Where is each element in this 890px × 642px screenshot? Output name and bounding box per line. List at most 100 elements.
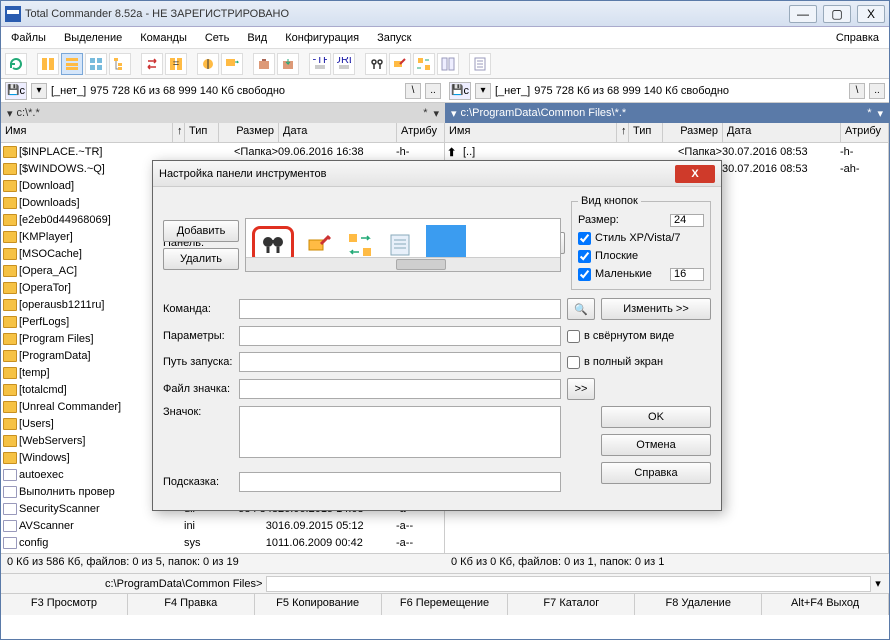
hdr-ext-left[interactable]: Тип bbox=[185, 123, 219, 142]
dialog-titlebar[interactable]: Настройка панели инструментов X bbox=[153, 161, 721, 187]
f3-view[interactable]: F3 Просмотр bbox=[1, 594, 128, 615]
menu-config[interactable]: Конфигурация bbox=[281, 30, 363, 46]
command-input[interactable] bbox=[239, 299, 561, 319]
menu-view[interactable]: Вид bbox=[243, 30, 271, 46]
rename-tool-icon[interactable] bbox=[306, 231, 334, 259]
tb-invert-icon[interactable] bbox=[197, 53, 219, 75]
tb-url-icon[interactable]: URL bbox=[333, 53, 355, 75]
small-size-input[interactable] bbox=[670, 268, 704, 281]
altf4-exit[interactable]: Alt+F4 Выход bbox=[762, 594, 889, 615]
icon-picker[interactable] bbox=[239, 406, 561, 458]
tb-unpack-icon[interactable] bbox=[277, 53, 299, 75]
up-icon: ⬆ bbox=[447, 146, 461, 158]
tb-tree-icon[interactable] bbox=[109, 53, 131, 75]
add-button[interactable]: Добавить bbox=[163, 220, 239, 242]
drive-dropdown-right[interactable]: ▾ bbox=[475, 83, 491, 99]
hdr-name-left[interactable]: Имя bbox=[1, 123, 173, 142]
f4-edit[interactable]: F4 Правка bbox=[128, 594, 255, 615]
f8-delete[interactable]: F8 Удаление bbox=[635, 594, 762, 615]
change-button[interactable]: Изменить >> bbox=[601, 298, 711, 320]
params-input[interactable] bbox=[239, 326, 561, 346]
size-input[interactable] bbox=[670, 214, 704, 227]
f7-mkdir[interactable]: F7 Каталог bbox=[508, 594, 635, 615]
hdr-sort-left[interactable]: ↑ bbox=[173, 123, 185, 142]
ok-button[interactable]: OK bbox=[601, 406, 711, 428]
xp-style-checkbox[interactable] bbox=[578, 232, 591, 245]
tb-ftp-icon[interactable]: FTP bbox=[309, 53, 331, 75]
f5-copy[interactable]: F5 Копирование bbox=[255, 594, 382, 615]
tb-sync-icon[interactable] bbox=[413, 53, 435, 75]
cmd-input[interactable] bbox=[266, 576, 871, 592]
list-item[interactable]: [$INPLACE.~TR]<Папка>09.06.2016 16:38-h- bbox=[1, 143, 444, 160]
drive-button-left[interactable]: 💾c bbox=[5, 82, 27, 100]
up-button-left[interactable]: .. bbox=[425, 83, 441, 99]
icon-strip[interactable] bbox=[245, 218, 561, 272]
up-button-right[interactable]: .. bbox=[869, 83, 885, 99]
hdr-attr-right[interactable]: Атрибу bbox=[841, 123, 889, 142]
icon-strip-scrollbar[interactable] bbox=[246, 257, 560, 271]
hdr-date-left[interactable]: Дата bbox=[279, 123, 397, 142]
maximize-button[interactable]: ▢ bbox=[823, 5, 851, 23]
tooltip-input[interactable] bbox=[239, 472, 561, 492]
binoculars-icon[interactable] bbox=[259, 231, 287, 259]
menu-help[interactable]: Справка bbox=[832, 30, 883, 46]
small-checkbox[interactable] bbox=[578, 268, 591, 281]
f6-move[interactable]: F6 Перемещение bbox=[382, 594, 509, 615]
tb-goto-icon[interactable] bbox=[221, 53, 243, 75]
hdr-size-left[interactable]: Размер bbox=[219, 123, 279, 142]
drive-button-right[interactable]: 💾c bbox=[449, 82, 471, 100]
path-row: ▾c:\*.* *▾ ▾c:\ProgramData\Common Files\… bbox=[1, 103, 889, 123]
drive-free-right: 975 728 Кб из 68 999 140 Кб свободно bbox=[534, 85, 729, 97]
iconfile-browse-button[interactable]: >> bbox=[567, 378, 595, 400]
hdr-sort-right[interactable]: ↑ bbox=[617, 123, 629, 142]
startpath-input[interactable] bbox=[239, 352, 561, 372]
menu-selection[interactable]: Выделение bbox=[60, 30, 126, 46]
tb-notepad-icon[interactable] bbox=[469, 53, 491, 75]
tb-brief-icon[interactable] bbox=[37, 53, 59, 75]
hdr-ext-right[interactable]: Тип bbox=[629, 123, 663, 142]
list-item[interactable]: AVScannerini3016.09.2015 05:12-a-- bbox=[1, 517, 444, 534]
fullscreen-checkbox[interactable] bbox=[567, 356, 580, 369]
titlebar[interactable]: Total Commander 8.52a - НЕ ЗАРЕГИСТРИРОВ… bbox=[1, 1, 889, 27]
tb-pack-icon[interactable] bbox=[253, 53, 275, 75]
root-button-right[interactable]: \ bbox=[849, 83, 865, 99]
path-right[interactable]: ▾c:\ProgramData\Common Files\*.* *▾ bbox=[445, 103, 889, 123]
menu-files[interactable]: Файлы bbox=[7, 30, 50, 46]
hdr-attr-left[interactable]: Атрибу bbox=[397, 123, 445, 142]
tb-search-icon[interactable] bbox=[365, 53, 387, 75]
cancel-button[interactable]: Отмена bbox=[601, 434, 711, 456]
scroll-thumb[interactable] bbox=[396, 259, 446, 270]
menubar: Файлы Выделение Команды Сеть Вид Конфигу… bbox=[1, 27, 889, 49]
tb-equal-icon[interactable]: = bbox=[165, 53, 187, 75]
drive-dropdown-left[interactable]: ▾ bbox=[31, 83, 47, 99]
minimized-checkbox[interactable] bbox=[567, 330, 580, 343]
minimize-button[interactable]: — bbox=[789, 5, 817, 23]
flat-checkbox[interactable] bbox=[578, 250, 591, 263]
menu-start[interactable]: Запуск bbox=[373, 30, 415, 46]
menu-net[interactable]: Сеть bbox=[201, 30, 233, 46]
path-left[interactable]: ▾c:\*.* *▾ bbox=[1, 103, 445, 123]
status-right: 0 Кб из 0 Кб, файлов: 0 из 1, папок: 0 и… bbox=[445, 554, 889, 573]
tb-thumbs-icon[interactable] bbox=[85, 53, 107, 75]
tb-refresh-icon[interactable] bbox=[5, 53, 27, 75]
hdr-name-right[interactable]: Имя bbox=[445, 123, 617, 142]
sync-tool-icon[interactable] bbox=[346, 231, 374, 259]
menu-commands[interactable]: Команды bbox=[136, 30, 191, 46]
root-button-left[interactable]: \ bbox=[405, 83, 421, 99]
tb-full-icon[interactable] bbox=[61, 53, 83, 75]
iconfile-input[interactable] bbox=[239, 379, 561, 399]
tb-compare-icon[interactable] bbox=[437, 53, 459, 75]
tb-rename-icon[interactable] bbox=[389, 53, 411, 75]
folder-icon bbox=[3, 367, 17, 379]
hdr-size-right[interactable]: Размер bbox=[663, 123, 723, 142]
command-search-button[interactable]: 🔍 bbox=[567, 298, 595, 320]
tb-swap-icon[interactable] bbox=[141, 53, 163, 75]
delete-button[interactable]: Удалить bbox=[163, 248, 239, 270]
list-item[interactable]: configsys1011.06.2009 00:42-a-- bbox=[1, 534, 444, 551]
dialog-close-button[interactable]: X bbox=[675, 165, 715, 183]
help-button[interactable]: Справка bbox=[601, 462, 711, 484]
list-item[interactable]: ⬆[..]<Папка>30.07.2016 08:53-h- bbox=[445, 143, 888, 160]
close-button[interactable]: X bbox=[857, 5, 885, 23]
notepad-tool-icon[interactable] bbox=[386, 231, 414, 259]
hdr-date-right[interactable]: Дата bbox=[723, 123, 841, 142]
